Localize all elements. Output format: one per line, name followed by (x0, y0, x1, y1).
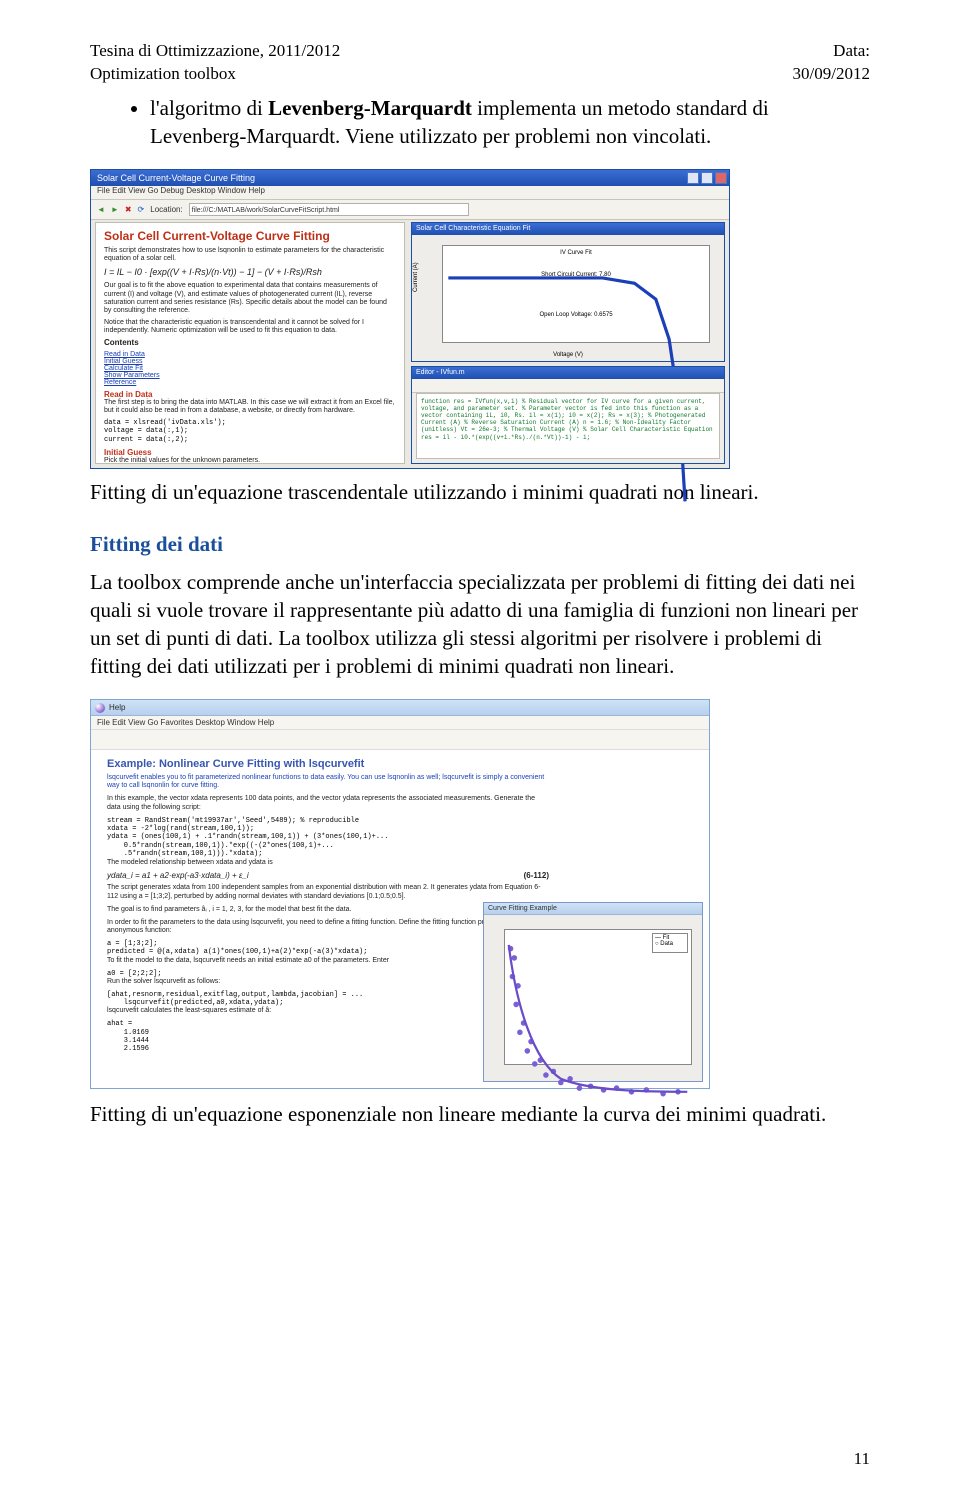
location-label: Location: (150, 205, 182, 214)
window-controls (687, 172, 727, 184)
iv-plot-area: IV Curve Fit Short Circuit Current: 7.80… (442, 245, 710, 343)
page-number: 11 (854, 1449, 870, 1469)
guess-p: Pick the initial values for the unknown … (104, 457, 396, 464)
doc-p1: This script demonstrates how to use lsqn… (104, 247, 396, 264)
header-left-line2: Optimization toolbox (90, 63, 340, 86)
y-axis-label: Current (A) (413, 262, 419, 292)
editor-titlebar: Editor - IVfun.m (412, 367, 724, 379)
stop-icon[interactable]: ✖ (125, 205, 132, 214)
eq-number: (6-112) (524, 871, 549, 880)
help-p1: lsqcurvefit enables you to fit parameter… (107, 774, 549, 792)
doc-title: Solar Cell Current-Voltage Curve Fitting (104, 229, 396, 243)
contents-links: Read in Data Initial Guess Calculate Fit… (104, 351, 396, 386)
bullet-strong: Levenberg-Marquardt (268, 96, 472, 120)
bullet-item: l'algoritmo di Levenberg-Marquardt imple… (150, 94, 870, 151)
code-read: data = xlsread('ivData.xls'); voltage = … (104, 419, 396, 444)
link-initialguess[interactable]: Initial Guess (104, 358, 396, 365)
header-right-line1: Data: (793, 40, 870, 63)
html-doc-panel: Solar Cell Current-Voltage Curve Fitting… (95, 222, 405, 464)
matlab-browser-window: Solar Cell Current-Voltage Curve Fitting… (90, 169, 730, 469)
window-titlebar: Solar Cell Current-Voltage Curve Fitting (91, 170, 729, 186)
eq-text: ydata_i = a1 + a2·exp(-a3·xdata_i) + ε_i (107, 871, 249, 880)
plot-legend: — Fit ○ Data (652, 933, 688, 953)
doc-p3: Notice that the characteristic equation … (104, 319, 396, 336)
x-axis-label: Voltage (V) (553, 352, 583, 358)
close-icon[interactable] (715, 172, 727, 184)
link-reference[interactable]: Reference (104, 379, 396, 386)
link-calculatefit[interactable]: Calculate Fit (104, 365, 396, 372)
header-left-line1: Tesina di Ottimizzazione, 2011/2012 (90, 40, 340, 63)
window-title: Solar Cell Current-Voltage Curve Fitting (97, 173, 255, 183)
legend-data: ○ Data (655, 941, 685, 947)
back-icon[interactable]: ◄ (97, 205, 105, 214)
help-toolbar (91, 730, 709, 750)
header-left: Tesina di Ottimizzazione, 2011/2012 Opti… (90, 40, 340, 86)
editor-toolbar (412, 379, 724, 393)
editor-code: function res = IVfun(x,v,i) % Residual v… (416, 393, 720, 459)
body-paragraph: La toolbox comprende anche un'interfacci… (90, 569, 870, 681)
figure-titlebar: Solar Cell Characteristic Equation Fit (412, 223, 724, 235)
help-doc-title: Example: Nonlinear Curve Fitting with ls… (107, 758, 549, 770)
section-read-in-data: Read in Data (104, 390, 396, 399)
help-p4: The script generates xdata from 100 inde… (107, 884, 549, 902)
iv-curve-figure-window: Solar Cell Characteristic Equation Fit I… (411, 222, 725, 362)
help-p2: In this example, the vector xdata repres… (107, 795, 549, 813)
help-titlebar: Help (91, 700, 709, 716)
help-menubar[interactable]: File Edit View Go Favorites Desktop Wind… (91, 716, 709, 730)
curve-fit-figure-window: Curve Fitting Example (483, 902, 703, 1082)
help-window-title: Help (109, 703, 125, 712)
help-equation: ydata_i = a1 + a2·exp(-a3·xdata_i) + ε_i… (107, 871, 549, 880)
header-right: Data: 30/09/2012 (793, 40, 870, 86)
contents-label: Contents (104, 338, 396, 348)
editor-window: Editor - IVfun.m function res = IVfun(x,… (411, 366, 725, 464)
plot-title: IV Curve Fit (560, 250, 592, 256)
doc-p2: Our goal is to fit the above equation to… (104, 282, 396, 316)
doc-equation: I = IL − I0 · [exp((V + I·Rs)/(n·Vt)) − … (104, 267, 396, 278)
refresh-icon[interactable]: ⟳ (138, 205, 145, 214)
link-showparams[interactable]: Show Parameters (104, 372, 396, 379)
figure-1: Solar Cell Current-Voltage Curve Fitting… (90, 169, 870, 469)
maximize-icon[interactable] (701, 172, 713, 184)
bullet-list: l'algoritmo di Levenberg-Marquardt imple… (150, 94, 870, 151)
forward-icon[interactable]: ► (111, 205, 119, 214)
header-right-line2: 30/09/2012 (793, 63, 870, 86)
page-header: Tesina di Ottimizzazione, 2011/2012 Opti… (90, 40, 870, 86)
curve-fit-svg (505, 930, 691, 1116)
toolbar: ◄ ► ✖ ⟳ Location: file:///C:/MATLAB/work… (91, 200, 729, 220)
section-heading: Fitting dei dati (90, 532, 870, 557)
curve-fit-titlebar: Curve Fitting Example (484, 903, 702, 915)
voc-label: Open Loop Voltage: 0.6575 (539, 312, 612, 318)
help-window: Help File Edit View Go Favorites Desktop… (90, 699, 710, 1089)
minimize-icon[interactable] (687, 172, 699, 184)
read-p: The first step is to bring the data into… (104, 399, 396, 416)
bullet-text-before: l'algoritmo di (150, 96, 268, 120)
location-field[interactable]: file:///C:/MATLAB/work/SolarCurveFitScri… (189, 203, 469, 216)
section-initial-guess: Initial Guess (104, 448, 396, 457)
help-p3: The modeled relationship between xdata a… (107, 859, 549, 868)
link-readindata[interactable]: Read in Data (104, 351, 396, 358)
help-code1: stream = RandStream('mt19937ar','Seed',5… (107, 817, 549, 859)
menubar[interactable]: File Edit View Go Debug Desktop Window H… (91, 186, 729, 200)
figure-2-caption: Fitting di un'equazione esponenziale non… (90, 1101, 870, 1128)
isc-label: Short Circuit Current: 7.80 (541, 272, 611, 278)
figure-2: Help File Edit View Go Favorites Desktop… (90, 699, 870, 1089)
